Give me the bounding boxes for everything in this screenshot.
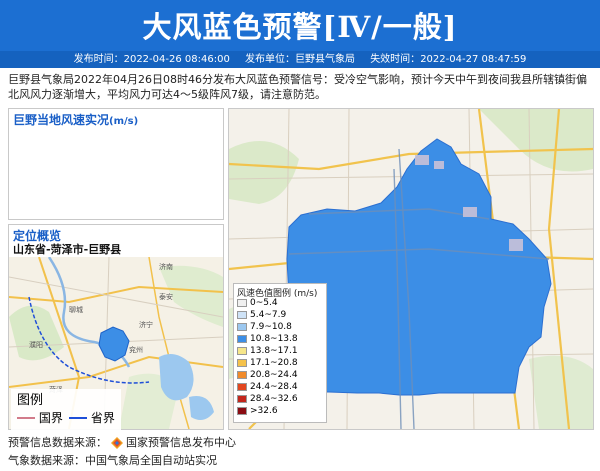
legend-province-border: 省界 [69, 409, 115, 426]
svg-text:濮阳: 濮阳 [29, 340, 43, 349]
color-swatch [237, 323, 247, 331]
color-swatch [237, 407, 247, 415]
color-swatch [237, 299, 247, 307]
color-swatch [237, 371, 247, 379]
weather-source: 气象数据来源：中国气象局全国自动站实况 [8, 454, 217, 467]
svg-text:泰安: 泰安 [159, 292, 173, 301]
color-swatch [237, 311, 247, 319]
svg-text:济南: 济南 [159, 262, 173, 271]
svg-text:兖州: 兖州 [129, 345, 143, 354]
alert-source-link[interactable]: 国家预警信息发布中心 [126, 436, 236, 449]
wind-legend-item: 0~5.4 [237, 298, 278, 308]
svg-text:济宁: 济宁 [139, 320, 153, 329]
wind-legend-item: >32.6 [237, 406, 278, 416]
wind-legend-item: 20.8~24.4 [237, 370, 298, 380]
alert-description: 巨野县气象局2022年04月26日08时46分发布大风蓝色预警信号：受冷空气影响… [8, 73, 587, 101]
color-swatch [237, 335, 247, 343]
map-legend: 图例 国界 省界 [11, 389, 121, 431]
color-swatch [237, 383, 247, 391]
alert-header: 大风蓝色预警[Ⅳ/一般] [0, 0, 600, 51]
wind-legend-item: 10.8~13.8 [237, 334, 298, 344]
expire-time: 失效时间：2022-04-27 08:47:59 [370, 54, 527, 65]
national-alert-logo-icon [110, 437, 123, 449]
region-name: 山东省-菏泽市-巨野县 [13, 243, 122, 256]
wind-legend-item: 28.4~32.6 [237, 394, 298, 404]
svg-text:聊城: 聊城 [69, 305, 83, 314]
legend-national-border: 国界 [17, 409, 63, 426]
alert-meta-bar: 发布时间：2022-04-26 08:46:00 发布单位：巨野县气象局 失效时… [0, 51, 600, 68]
alert-title: 大风蓝色预警[Ⅳ/一般] [142, 10, 458, 44]
location-panel: 定位概览 山东省-菏泽市-巨野县 济南 泰安 聊城 濮阳 济宁 兖州 图例 国界… [8, 224, 224, 431]
wind-legend-item: 24.4~28.4 [237, 382, 298, 392]
wind-legend-item: 5.4~7.9 [237, 310, 286, 320]
issue-time: 发布时间：2022-04-26 08:46:00 [73, 54, 230, 65]
map-legend-title: 图例 [17, 393, 44, 408]
wind-speed-legend: 风速色值图例 (m/s) 0~5.4 5.4~7.9 7.9~10.8 10.8… [233, 283, 327, 423]
wind-panel-title: 巨野当地风速实况(m/s) [13, 113, 139, 127]
wind-legend-item: 17.1~20.8 [237, 358, 298, 368]
color-swatch [237, 359, 247, 367]
wind-legend-item: 13.8~17.1 [237, 346, 298, 356]
color-swatch [237, 395, 247, 403]
color-swatch [237, 347, 247, 355]
alert-source: 预警信息数据来源： 国家预警信息发布中心 [8, 436, 236, 449]
wind-legend-item: 7.9~10.8 [237, 322, 292, 332]
wind-speed-panel: 巨野当地风速实况(m/s) [8, 108, 224, 220]
issuer: 发布单位：巨野县气象局 [245, 54, 355, 65]
